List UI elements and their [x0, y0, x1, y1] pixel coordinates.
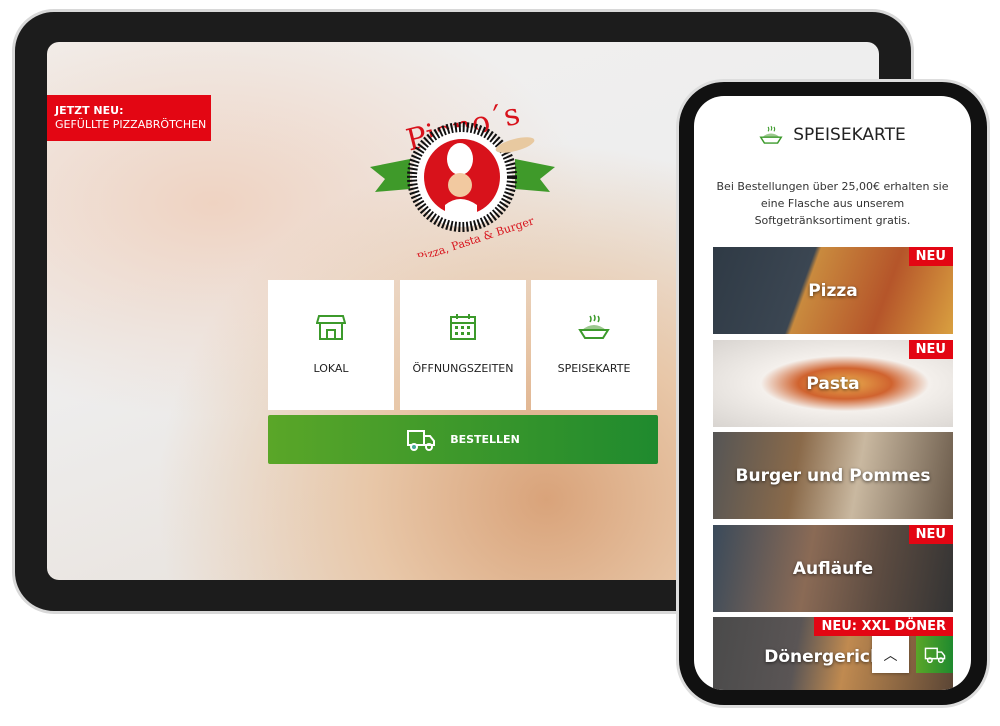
new-badge: NEU	[908, 247, 953, 266]
tile-label: LOKAL	[313, 362, 349, 375]
pianos-logo[interactable]: Piano´s Pizza, Pasta & Burger	[365, 97, 560, 257]
page-title: SPEISEKARTE	[793, 125, 906, 145]
new-badge: NEU: XXL DÖNER	[814, 617, 953, 636]
new-badge: NEU	[908, 525, 953, 544]
menu-header: SPEISEKARTE	[694, 124, 971, 146]
food-bowl-icon	[759, 125, 783, 144]
category-card-pasta[interactable]: Pasta NEU	[713, 340, 953, 427]
promo-text: Bei Bestellungen über 25,00€ erhalten si…	[716, 180, 949, 227]
calendar-icon	[450, 314, 476, 340]
phone-screen: SPEISEKARTE Bei Bestellungen über 25,00€…	[694, 96, 971, 690]
order-button[interactable]: BESTELLEN	[268, 415, 658, 464]
tile-lokal[interactable]: LOKAL	[268, 280, 394, 410]
delivery-truck-icon	[924, 647, 945, 663]
tile-label: SPEISEKARTE	[557, 362, 631, 375]
banner-title: JETZT NEU:	[55, 104, 124, 117]
delivery-truck-icon	[407, 429, 436, 451]
banner-text: GEFÜLLTE PIZZABRÖTCHEN	[55, 118, 207, 131]
new-badge: NEU	[908, 340, 953, 359]
category-card-pizza[interactable]: Pizza NEU	[713, 247, 953, 334]
chevron-up-icon: ︿	[883, 647, 898, 664]
tile-speisekarte[interactable]: SPEISEKARTE	[531, 280, 657, 410]
food-bowl-icon	[578, 314, 610, 339]
order-label: BESTELLEN	[450, 433, 520, 446]
new-item-banner[interactable]: JETZT NEU: GEFÜLLTE PIZZABRÖTCHEN	[47, 95, 211, 141]
category-card-burger[interactable]: Burger und Pommes	[713, 432, 953, 519]
tile-oeffnungszeiten[interactable]: ÖFFNUNGSZEITEN	[400, 280, 526, 410]
scroll-to-top-button[interactable]: ︿	[872, 636, 909, 673]
store-icon	[316, 315, 346, 340]
category-card-auflaeufe[interactable]: Aufläufe NEU	[713, 525, 953, 612]
order-button[interactable]	[916, 636, 953, 673]
tile-label: ÖFFNUNGSZEITEN	[412, 362, 514, 375]
